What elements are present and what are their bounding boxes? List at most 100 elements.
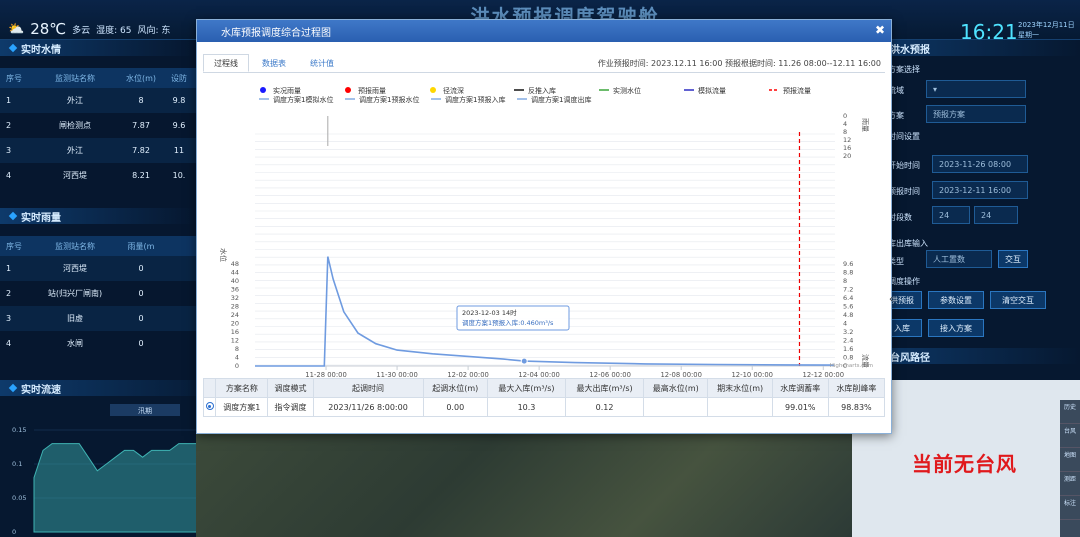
legend-item[interactable]: 径流深 [430, 86, 464, 95]
col-header: 序号 [6, 73, 22, 83]
y-left-tick: 28 [231, 303, 239, 311]
table-row[interactable]: 3 外江 7.82 11 [0, 138, 196, 163]
tab-process-line[interactable]: 过程线 [203, 54, 249, 72]
table-header: 方案名称 调度模式 起调时间 起调水位(m) 最大入库(m³/s) 最大出库(m³/s) 最… [202, 378, 886, 398]
col-header: 起调时间 [312, 378, 424, 398]
radio-selected[interactable] [205, 402, 214, 410]
y-left-tick: 32 [231, 294, 239, 302]
legend-item[interactable]: 调度方案1预报水位 [345, 95, 419, 104]
dialog-title: 水库预报调度综合过程图 [221, 27, 331, 39]
y-rain-tick: 4 [843, 120, 847, 128]
y-right-tick: 4 [843, 320, 847, 328]
y-right-tick: 8 [843, 277, 847, 285]
interact-button[interactable]: 交互 [998, 250, 1028, 268]
table-row[interactable]: 2 闸检测点 7.87 9.6 [0, 113, 196, 138]
panel-title: 实时雨量 [0, 208, 196, 224]
step-select[interactable]: 24 [974, 206, 1018, 224]
map-tool-typhoon[interactable]: 台风 [1060, 424, 1080, 448]
start-time-input[interactable]: 2023-11-26 08:00 [932, 155, 1028, 173]
forecast-time-input[interactable]: 2023-12-11 16:00 [932, 181, 1028, 199]
table-row[interactable]: 调度方案1 指令调度 2023/11/26 8:00:00 0.00 10.3 0.12 9… [202, 397, 886, 417]
inflow-title: 库出库输入 [888, 239, 928, 248]
cell-max-in: 10.3 [486, 397, 567, 417]
tab-data-table[interactable]: 数据表 [251, 54, 297, 72]
row-no: 3 [6, 146, 12, 155]
y-left-label: 水位 [219, 248, 228, 262]
legend-item[interactable]: 预报雨量 [345, 86, 386, 95]
legend-item[interactable]: 调度方案1调度出库 [517, 95, 591, 104]
cell-storage-rate: 99.01% [771, 397, 829, 417]
x-tick: 11-30 00:00 [376, 371, 418, 378]
flow-tab-label: 汛期 [138, 407, 152, 415]
collapse-arrow-icon[interactable]: ‹ [889, 294, 893, 305]
hover-point[interactable] [520, 357, 528, 365]
clear-interact-button[interactable]: 清空交互 [990, 291, 1046, 309]
legend-label: 反推入库 [528, 86, 556, 95]
basin-select[interactable]: ▾ [926, 80, 1026, 98]
table-row[interactable]: 1 河西堤 0 [0, 256, 196, 281]
tab-statistics[interactable]: 统计值 [299, 54, 345, 72]
legend-label: 径流深 [443, 86, 464, 95]
cell-peak-rate: 98.83% [827, 397, 886, 417]
step-input[interactable]: 24 [932, 206, 970, 224]
table-row[interactable]: 4 水闸 0 [0, 331, 196, 356]
time-title: 时间设置 [888, 132, 920, 141]
map-background[interactable] [196, 430, 852, 537]
y-left-tick: 16 [231, 328, 239, 336]
map-tool-mark[interactable]: 标注 [1060, 496, 1080, 520]
y-right-tick: 4.8 [843, 311, 853, 319]
table-row[interactable]: 3 旧虚 0 [0, 306, 196, 331]
row-radio[interactable] [202, 397, 217, 417]
scheme-select[interactable]: 预报方案 [926, 105, 1026, 123]
temperature: 28℃ [30, 20, 67, 38]
y-right-tick: 7.2 [843, 286, 853, 294]
map-tool-map[interactable]: 地图 [1060, 448, 1080, 472]
cell-mode: 指令调度 [267, 397, 314, 417]
type-select[interactable]: 人工置数 [926, 250, 992, 268]
col-header: 水位(m) [125, 73, 157, 83]
legend-item[interactable]: 模拟流量 [684, 86, 726, 95]
legend-item[interactable]: 反推入库 [514, 86, 556, 95]
y-right-tick: 0.8 [843, 354, 853, 362]
map-tool-history[interactable]: 历史 [1060, 400, 1080, 424]
forecast-label: 预报时间 [888, 187, 920, 196]
typhoon-status: 当前无台风 [912, 452, 1017, 476]
y-left-tick: 24 [231, 311, 239, 319]
y-right-tick: 8.8 [843, 269, 853, 277]
table-row[interactable]: 2 站(归兴厂闸南) 0 [0, 281, 196, 306]
legend-item[interactable]: 实况雨量 [260, 86, 301, 95]
map-tool-measure[interactable]: 测距 [1060, 472, 1080, 496]
chart-credits[interactable]: Highcharts.com [830, 363, 873, 369]
col-header: 起调水位(m) [422, 378, 488, 398]
y-left-tick: 36 [231, 286, 239, 294]
tab-divider [203, 72, 885, 73]
param-settings-button[interactable]: 参数设置 [928, 291, 984, 309]
cell-start-level: 0.00 [422, 397, 488, 417]
station-name: 河西堤 [63, 171, 87, 180]
close-icon[interactable]: ✖ [875, 23, 885, 37]
col-header: 监测站名称 [55, 241, 95, 251]
alert-level: 9.8 [172, 96, 186, 105]
x-tick: 12-06 00:00 [589, 371, 631, 378]
table-row[interactable]: 4 河西堤 8.21 10. [0, 163, 196, 188]
col-header: 调度模式 [267, 378, 314, 398]
alert-level: 9.6 [172, 121, 186, 130]
col-header: 雨量(m [127, 241, 155, 251]
x-tick: 12-12 00:00 [803, 371, 845, 378]
legend-item[interactable]: 预报流量 [769, 86, 811, 95]
legend-item[interactable]: 调度方案1模拟水位 [259, 95, 333, 104]
legend-item[interactable]: 实测水位 [599, 86, 641, 95]
station-name: 水闸 [67, 339, 83, 348]
col-header: 方案名称 [215, 378, 269, 398]
access-scheme-button[interactable]: 接入方案 [928, 319, 984, 337]
row-no: 2 [6, 121, 12, 130]
forecast-info: 作业预报时间: 2023.12.11 16:00 预报根据时间: 11.26 0… [597, 59, 881, 68]
y-right-tick: 2.4 [843, 337, 853, 345]
legend-label: 调度方案1预报入库 [445, 95, 505, 104]
legend-item[interactable]: 调度方案1预报入库 [431, 95, 505, 104]
water-level: 8 [138, 96, 144, 105]
cell-end-level [707, 397, 773, 417]
chart-tooltip: 2023-12-03 14时调度方案1预报入库:0.460m³/s [456, 305, 570, 331]
col-header: 水库调蓄率 [771, 378, 829, 398]
table-row[interactable]: 1 外江 8 9.8 [0, 88, 196, 113]
